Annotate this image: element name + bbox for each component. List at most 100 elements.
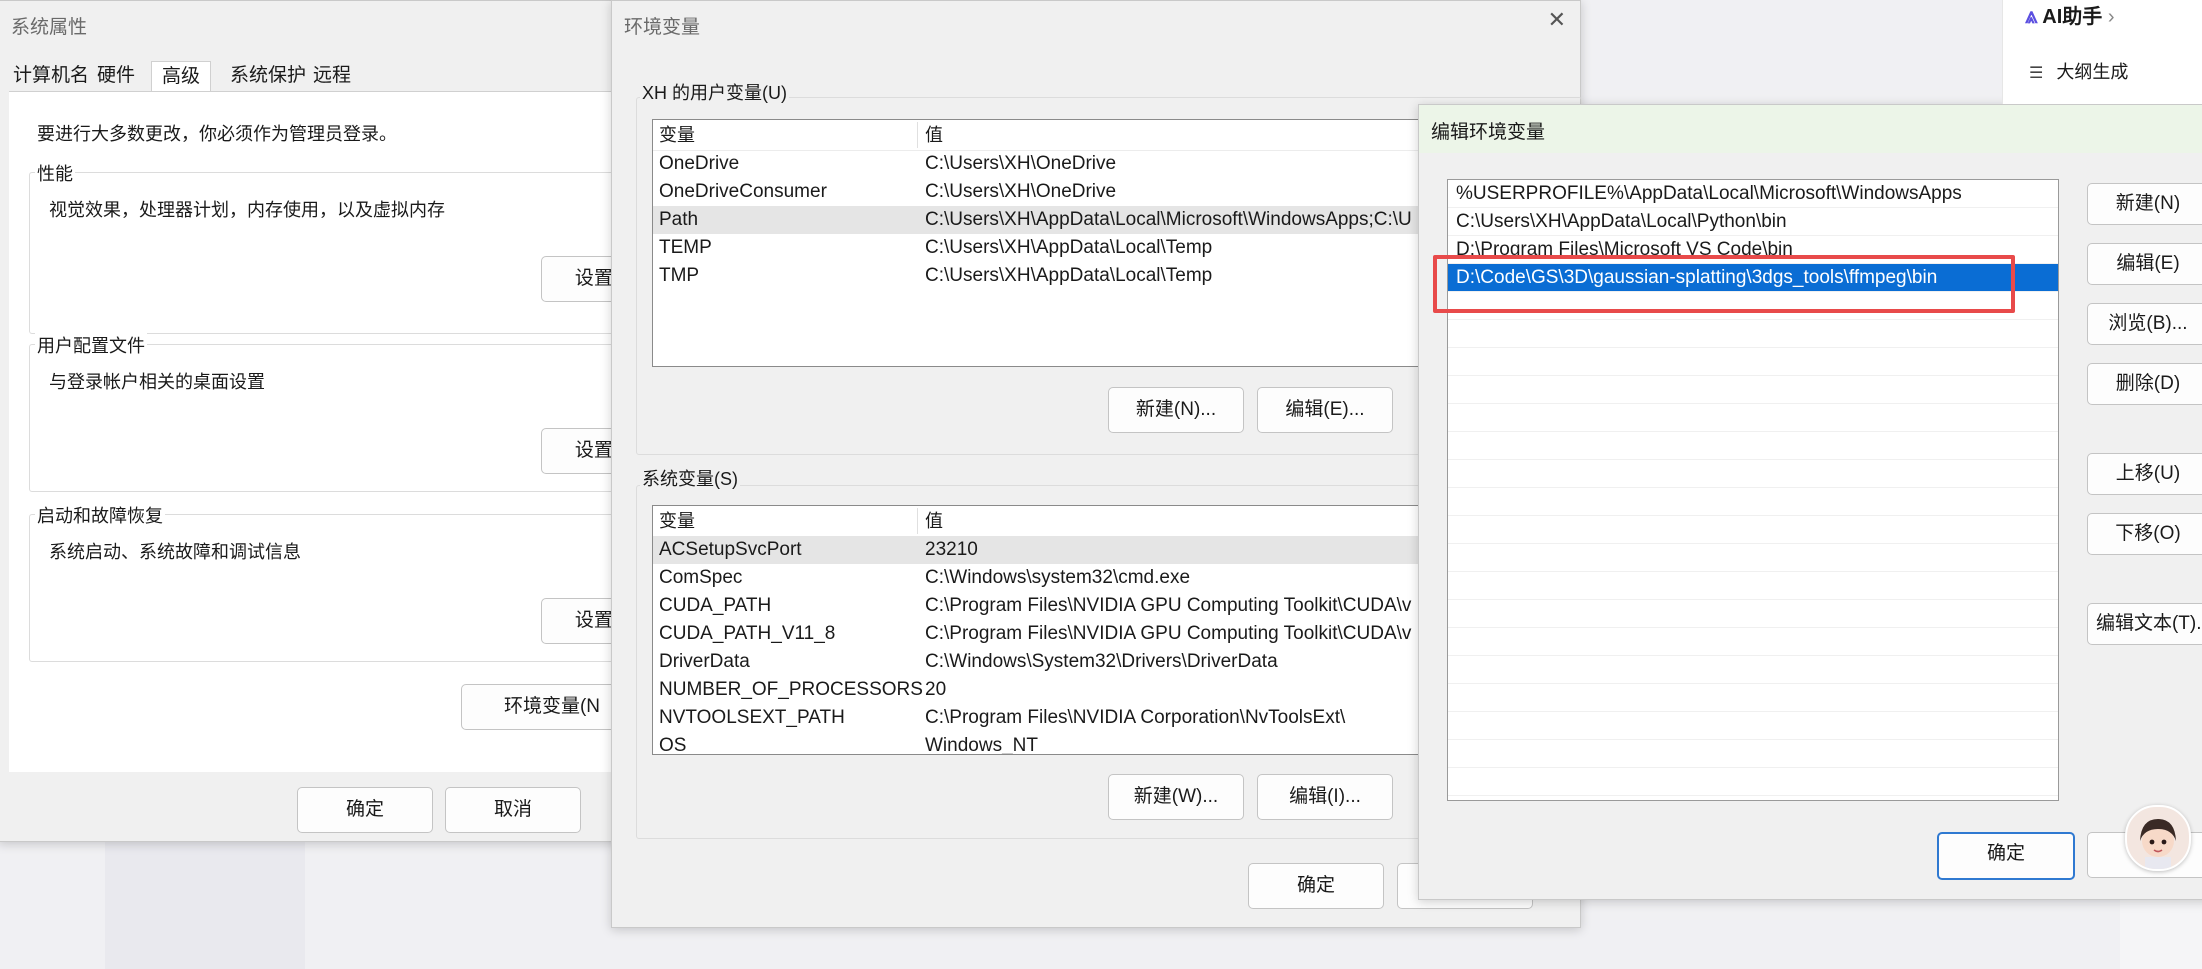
variable-name: ACSetupSvcPort [659,539,802,560]
titlebar: 编辑环境变量 [1419,105,2202,153]
variable-value: 23210 [925,539,978,560]
startup-label: 启动和故障恢复 [35,502,165,528]
list-item[interactable] [1448,488,2058,516]
column-header-variable[interactable]: 变量 [659,120,695,150]
move-up-button[interactable]: 上移(U) [2087,453,2202,495]
list-item[interactable]: C:\Users\XH\AppData\Local\Python\bin [1448,208,2058,236]
tab-computer-name[interactable]: 计算机名 [13,61,89,91]
ok-button[interactable]: 确定 [297,787,433,833]
column-divider[interactable] [917,508,918,534]
tab-advanced[interactable]: 高级 [151,61,212,92]
variable-value: C:\Program Files\NVIDIA Corporation\NvTo… [925,707,1346,728]
list-item[interactable] [1448,376,2058,404]
cancel-button[interactable]: 取消 [445,787,581,833]
variable-name: Path [659,209,699,230]
variable-name: NUMBER_OF_PROCESSORS [659,679,923,700]
edit-text-button[interactable]: 编辑文本(T)... [2087,603,2202,645]
edit-button[interactable]: 编辑(E) [2087,243,2202,285]
user-variables-label: XH 的用户变量(U) [640,79,789,105]
user-new-button[interactable]: 新建(N)... [1108,387,1244,433]
column-header-value[interactable]: 值 [925,506,943,536]
variable-name: TEMP [659,237,712,258]
list-item[interactable] [1448,544,2058,572]
list-item[interactable] [1448,656,2058,684]
variable-name: CUDA_PATH [659,595,772,616]
list-item[interactable] [1448,432,2058,460]
variable-value: C:\Program Files\NVIDIA GPU Computing To… [925,623,1412,644]
tab-remote[interactable]: 远程 [313,61,351,91]
admin-note: 要进行大多数更改，你必须作为管理员登录。 [37,124,397,144]
list-item[interactable] [1448,740,2058,768]
chevron-right-icon: › [2107,6,2115,28]
list-item[interactable] [1448,320,2058,348]
ai-assistant-title: AI助手 [2042,6,2103,28]
assistant-avatar-icon [2140,819,2176,869]
ai-assistant-header[interactable]: ⩓ AI助手 › [2025,0,2114,29]
list-item[interactable] [1448,460,2058,488]
profiles-label: 用户配置文件 [35,332,147,358]
ai-assistant-panel: ⩓ AI助手 › ☰ 大纲生成 [2002,0,2202,104]
list-item[interactable] [1448,348,2058,376]
system-properties-dialog: 系统属性 计算机名 硬件 高级 系统保护 远程 要进行大多数更改，你必须作为管理… [0,0,653,842]
avatar[interactable] [2125,805,2191,871]
column-header-value[interactable]: 值 [925,120,943,150]
startup-desc: 系统启动、系统故障和调试信息 [49,542,301,562]
variable-value: Windows_NT [925,735,1038,755]
window-title: 系统属性 [11,17,88,38]
new-button[interactable]: 新建(N) [2087,183,2202,225]
titlebar: 环境变量 [612,1,1580,47]
variable-name: TMP [659,265,700,286]
list-item[interactable] [1448,712,2058,740]
column-header-variable[interactable]: 变量 [659,506,695,536]
system-variables-label: 系统变量(S) [640,465,740,491]
window-title: 编辑环境变量 [1431,122,1546,143]
list-item[interactable] [1448,404,2058,432]
side-button-column: 新建(N) 编辑(E) 浏览(B)... 删除(D) 上移(U) 下移(O) 编… [2087,179,2202,739]
variable-value: C:\Windows\System32\Drivers\DriverData [925,651,1278,672]
list-item[interactable]: %USERPROFILE%\AppData\Local\Microsoft\Wi… [1448,180,2058,208]
list-item[interactable] [1448,572,2058,600]
list-item[interactable] [1448,768,2058,796]
variable-name: ComSpec [659,567,743,588]
titlebar: 系统属性 [0,1,639,47]
ok-button[interactable]: 确定 [1248,863,1384,909]
performance-desc: 视觉效果，处理器计划，内存使用，以及虚拟内存 [49,200,445,220]
list-item[interactable] [1448,628,2058,656]
variable-value: C:\Users\XH\AppData\Local\Microsoft\Wind… [925,209,1412,230]
ok-button[interactable]: 确定 [1937,832,2075,880]
list-item[interactable] [1448,600,2058,628]
browse-button[interactable]: 浏览(B)... [2087,303,2202,345]
list-item[interactable] [1448,516,2058,544]
variable-name: OS [659,735,687,755]
delete-button[interactable]: 删除(D) [2087,363,2202,405]
variable-value: C:\Windows\system32\cmd.exe [925,567,1191,588]
outline-generate-item[interactable]: ☰ 大纲生成 [2029,58,2128,84]
system-edit-button[interactable]: 编辑(I)... [1257,774,1393,820]
background-panel [105,820,305,969]
edit-environment-variable-dialog: 编辑环境变量 %USERPROFILE%\AppData\Local\Micro… [1418,104,2202,900]
tab-hardware[interactable]: 硬件 [97,61,135,91]
variable-name: DriverData [659,651,750,672]
variable-value: C:\Users\XH\OneDrive [925,153,1117,174]
list-icon: ☰ [2029,65,2044,82]
performance-label: 性能 [35,160,75,186]
tab-content: 要进行大多数更改，你必须作为管理员登录。 性能 视觉效果，处理器计划，内存使用，… [9,91,653,772]
column-divider[interactable] [917,122,918,148]
variable-value: C:\Program Files\NVIDIA GPU Computing To… [925,595,1412,616]
variable-value: C:\Users\XH\OneDrive [925,181,1117,202]
move-down-button[interactable]: 下移(O) [2087,513,2202,555]
variable-value: C:\Users\XH\AppData\Local\Temp [925,237,1213,258]
window-title: 环境变量 [624,17,701,38]
close-icon[interactable]: ✕ [1548,7,1566,33]
profiles-desc: 与登录帐户相关的桌面设置 [49,372,265,392]
user-edit-button[interactable]: 编辑(E)... [1257,387,1393,433]
ai-logo-icon: ⩓ [2025,3,2038,28]
system-new-button[interactable]: 新建(W)... [1108,774,1244,820]
tab-system-protection[interactable]: 系统保护 [230,61,306,91]
variable-name: OneDriveConsumer [659,181,827,202]
variable-name: CUDA_PATH_V11_8 [659,623,836,644]
list-item[interactable] [1448,684,2058,712]
highlight-box [1433,255,2015,313]
outline-generate-label: 大纲生成 [2056,62,2129,82]
variable-value: C:\Users\XH\AppData\Local\Temp [925,265,1213,286]
